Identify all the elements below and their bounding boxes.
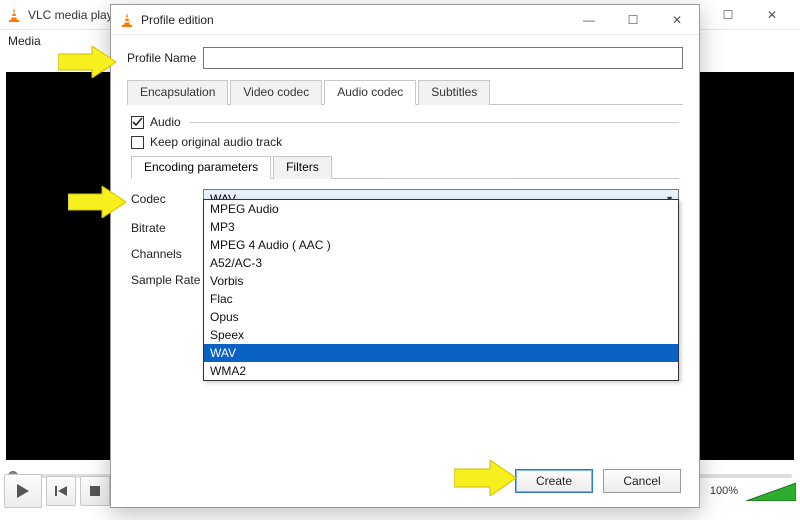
menu-media[interactable]: Media xyxy=(8,34,41,48)
separator-line xyxy=(189,122,679,123)
dialog-window-controls: — ☐ ✕ xyxy=(567,6,699,34)
tab-audio-codec[interactable]: Audio codec xyxy=(324,80,416,105)
keep-original-label: Keep original audio track xyxy=(150,135,282,149)
volume-slider[interactable] xyxy=(746,481,796,501)
close-icon[interactable]: ✕ xyxy=(750,1,794,29)
annotation-arrow-profile-name xyxy=(58,46,116,83)
encoding-parameters-panel: Codec WAV ▼ MPEG AudioMP3MPEG 4 Audio ( … xyxy=(131,179,679,287)
audio-checkbox-label: Audio xyxy=(150,115,181,129)
bitrate-label: Bitrate xyxy=(131,221,203,235)
audio-checkbox[interactable]: Audio xyxy=(131,115,679,129)
create-button[interactable]: Create xyxy=(515,469,593,493)
codec-option[interactable]: MPEG Audio xyxy=(204,200,678,218)
maximize-icon[interactable]: ☐ xyxy=(611,6,655,34)
play-button[interactable] xyxy=(4,474,42,508)
audio-codec-panel: Audio Keep original audio track Encoding… xyxy=(127,105,683,303)
annotation-arrow-codec xyxy=(68,186,126,223)
codec-option[interactable]: WAV xyxy=(204,344,678,362)
codec-option[interactable]: Vorbis xyxy=(204,272,678,290)
tab-subtitles[interactable]: Subtitles xyxy=(418,80,490,105)
keep-original-checkbox[interactable]: Keep original audio track xyxy=(131,135,679,149)
stop-button[interactable] xyxy=(80,476,110,506)
checkbox-icon xyxy=(131,136,144,149)
cancel-button[interactable]: Cancel xyxy=(603,469,681,493)
tab-encoding-parameters[interactable]: Encoding parameters xyxy=(131,156,271,179)
maximize-icon[interactable]: ☐ xyxy=(706,1,750,29)
checkbox-icon xyxy=(131,116,144,129)
close-icon[interactable]: ✕ xyxy=(655,6,699,34)
vlc-cone-icon xyxy=(6,7,22,23)
tab-video-codec[interactable]: Video codec xyxy=(230,80,322,105)
annotation-arrow-create xyxy=(454,460,516,501)
codec-option[interactable]: Flac xyxy=(204,290,678,308)
codec-label: Codec xyxy=(131,192,203,206)
dialog-body: Profile Name Encapsulation Video codec A… xyxy=(111,35,699,507)
previous-button[interactable] xyxy=(46,476,76,506)
channels-label: Channels xyxy=(131,247,203,261)
vlc-cone-icon xyxy=(119,12,135,28)
minimize-icon[interactable]: — xyxy=(567,6,611,34)
dialog-buttons: Create Cancel xyxy=(515,469,681,493)
encoding-subtabs: Encoding parameters Filters xyxy=(131,155,679,179)
codec-option[interactable]: MPEG 4 Audio ( AAC ) xyxy=(204,236,678,254)
tab-filters[interactable]: Filters xyxy=(273,156,332,179)
codec-option[interactable]: WMA2 xyxy=(204,362,678,380)
volume-percent: 100% xyxy=(710,485,738,497)
codec-dropdown-list[interactable]: MPEG AudioMP3MPEG 4 Audio ( AAC )A52/AC-… xyxy=(203,199,679,381)
codec-tabs: Encapsulation Video codec Audio codec Su… xyxy=(127,79,683,105)
tab-encapsulation[interactable]: Encapsulation xyxy=(127,80,228,105)
codec-option[interactable]: MP3 xyxy=(204,218,678,236)
dialog-title: Profile edition xyxy=(141,13,567,27)
profile-edition-dialog: Profile edition — ☐ ✕ Profile Name Encap… xyxy=(110,4,700,508)
sample-rate-label: Sample Rate xyxy=(131,273,203,287)
profile-name-row: Profile Name xyxy=(127,47,683,69)
profile-name-label: Profile Name xyxy=(127,51,203,65)
codec-option[interactable]: Opus xyxy=(204,308,678,326)
codec-option[interactable]: A52/AC-3 xyxy=(204,254,678,272)
codec-option[interactable]: Speex xyxy=(204,326,678,344)
profile-name-input[interactable] xyxy=(203,47,683,69)
dialog-titlebar: Profile edition — ☐ ✕ xyxy=(111,5,699,35)
